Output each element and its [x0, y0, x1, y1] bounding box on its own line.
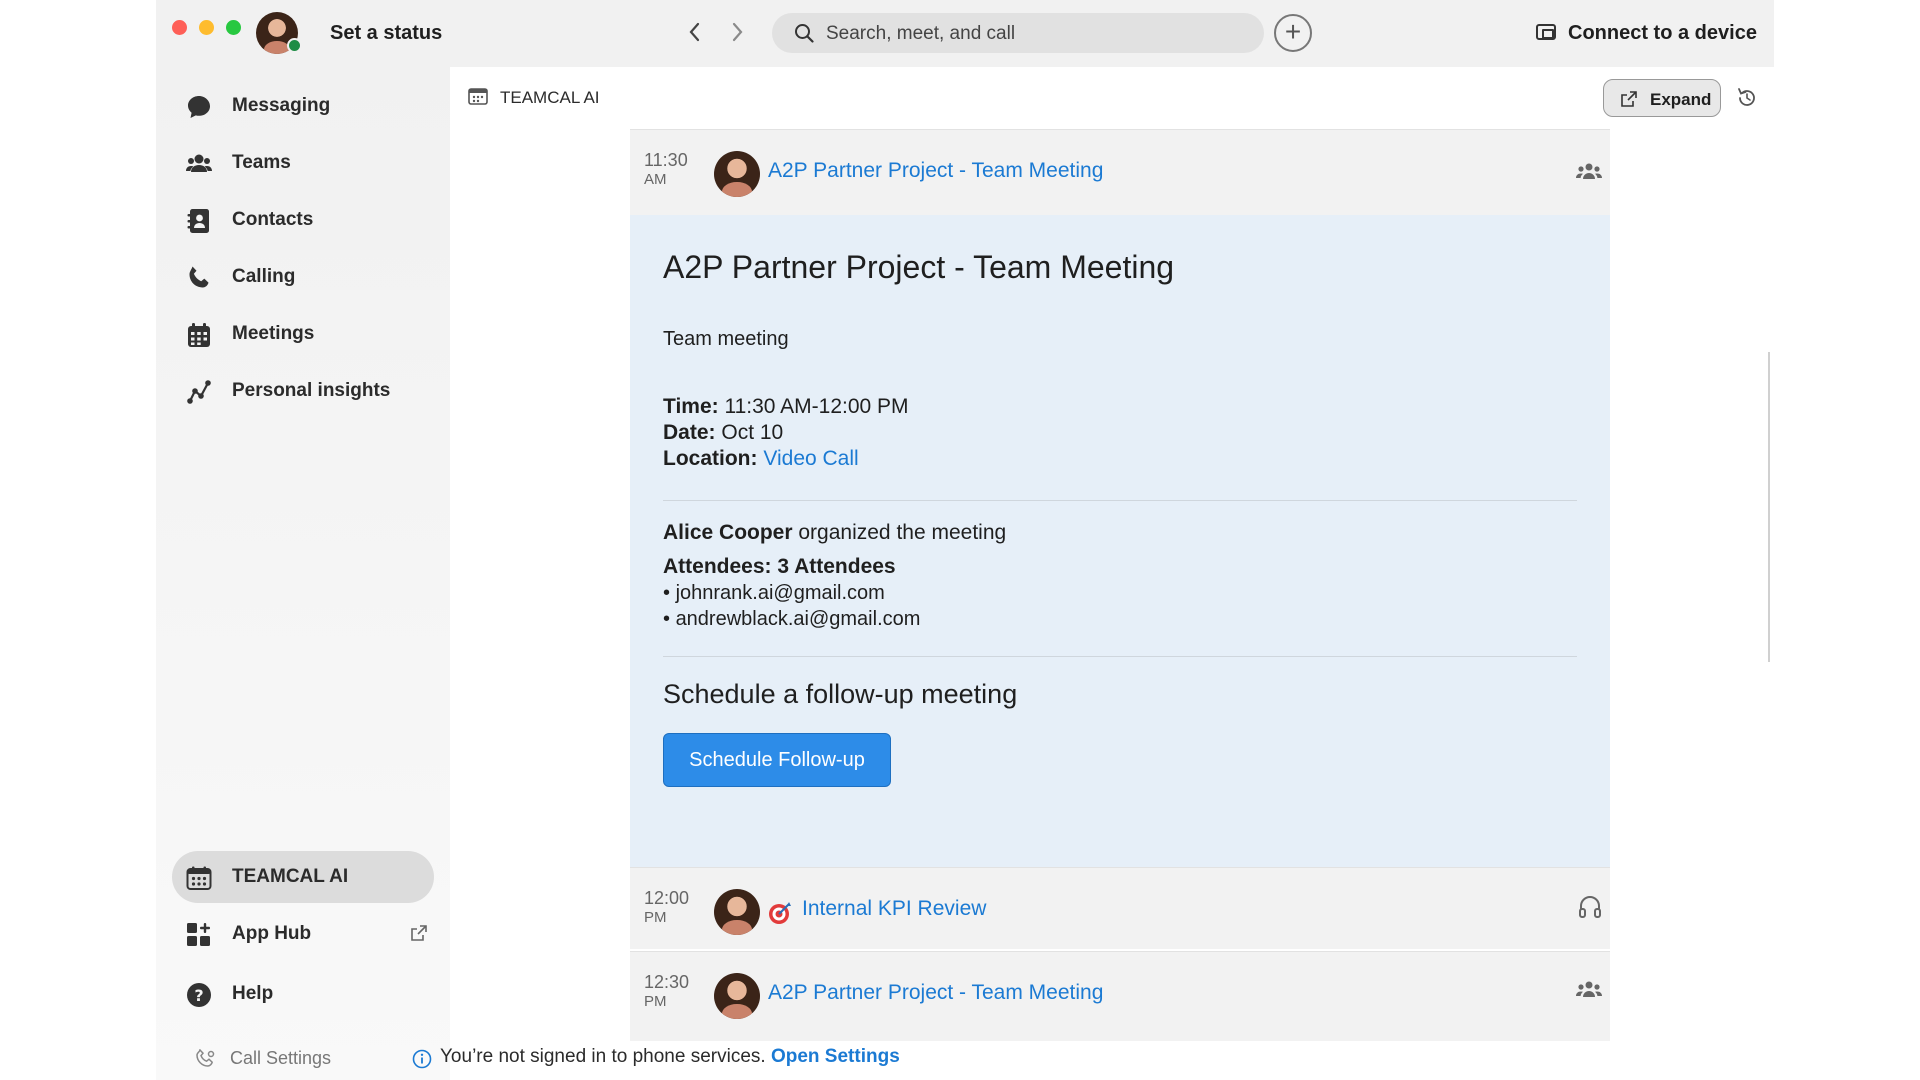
search-icon	[795, 24, 814, 43]
info-icon	[412, 1049, 432, 1069]
sidebar-item-teamcal-ai[interactable]: TEAMCAL AI	[172, 851, 434, 903]
calendar-app-icon	[186, 866, 212, 890]
sidebar-item-label: App Hub	[232, 923, 312, 944]
meeting-row[interactable]: 12:30 PM A2P Partner Project - Team Meeti…	[630, 951, 1610, 1041]
people-icon	[1576, 163, 1602, 179]
sidebar-item-label: Contacts	[232, 209, 314, 230]
search-placeholder: Search, meet, and call	[826, 23, 1016, 44]
sidebar-item-meetings[interactable]: Meetings	[172, 308, 434, 360]
followup-heading: Schedule a follow-up meeting	[663, 679, 1018, 709]
meeting-feed: 11:30 AM A2P Partner Project - Team Meeti…	[630, 129, 1610, 1041]
title-bar: Set a status Search, meet, and call + Co…	[156, 0, 1774, 67]
close-window-button[interactable]	[172, 20, 187, 35]
organizer-avatar	[714, 151, 760, 197]
organizer-avatar	[714, 889, 760, 935]
sidebar-item-help[interactable]: ? Help	[172, 968, 434, 1020]
sidebar-item-app-hub[interactable]: App Hub	[172, 908, 434, 960]
sidebar-item-label: TEAMCAL AI	[232, 866, 349, 887]
sidebar-item-teams[interactable]: Teams	[172, 137, 434, 189]
calendar-icon	[188, 323, 210, 347]
refresh-icon[interactable]	[1735, 86, 1759, 110]
plus-icon: +	[1284, 16, 1302, 47]
meeting-title-link[interactable]: A2P Partner Project - Team Meeting	[768, 981, 1103, 1005]
chevron-left-icon	[689, 22, 700, 42]
meeting-row[interactable]: 12:00 PM Internal KPI Review	[630, 867, 1610, 949]
set-status-button[interactable]: Set a status	[330, 22, 442, 45]
sidebar-item-label: Teams	[232, 152, 291, 173]
forward-button[interactable]	[725, 18, 749, 46]
video-call-link[interactable]: Video Call	[763, 447, 858, 470]
detail-title: A2P Partner Project - Team Meeting	[663, 249, 1175, 285]
attendee-item: • andrewblack.ai@gmail.com	[663, 608, 921, 630]
app-title: TEAMCAL AI	[500, 88, 600, 107]
app-grid-icon	[187, 923, 210, 946]
new-action-button[interactable]: +	[1274, 14, 1312, 52]
detail-description: Team meeting	[663, 328, 789, 350]
expand-label: Expand	[1650, 90, 1712, 109]
detail-location: Location: Video Call	[663, 447, 859, 470]
chat-bubble-icon	[188, 96, 210, 118]
contacts-icon	[187, 209, 209, 233]
sidebar: Messaging Teams Contacts Calling Meeting…	[156, 67, 450, 1080]
phone-settings-icon	[196, 1049, 215, 1067]
organizer-avatar	[714, 973, 760, 1019]
maximize-window-button[interactable]	[226, 20, 241, 35]
meeting-row[interactable]: 11:30 AM A2P Partner Project - Team Meeti…	[630, 129, 1610, 215]
meeting-title-link[interactable]: Internal KPI Review	[802, 897, 986, 921]
sidebar-item-messaging[interactable]: Messaging	[172, 80, 434, 132]
divider	[663, 500, 1577, 501]
schedule-followup-button[interactable]: Schedule Follow-up	[663, 733, 891, 787]
help-icon: ?	[187, 983, 211, 1007]
divider	[663, 656, 1577, 657]
detail-attendees-label: Attendees: 3 Attendees	[663, 555, 896, 578]
meeting-time: 11:30 AM	[644, 150, 688, 188]
sidebar-item-label: Help	[232, 983, 274, 1004]
main-panel: TEAMCAL AI Expand 11:30 AM A2P Partner Pr…	[450, 67, 1774, 1041]
chevron-right-icon	[732, 22, 743, 42]
sidebar-item-label: Personal insights	[232, 380, 391, 401]
attendee-item: • johnrank.ai@gmail.com	[663, 582, 885, 604]
sidebar-item-contacts[interactable]: Contacts	[172, 194, 434, 246]
meeting-time: 12:00 PM	[644, 888, 690, 926]
external-link-icon	[411, 925, 427, 941]
sidebar-item-label: Calling	[232, 266, 296, 287]
search-input[interactable]: Search, meet, and call	[772, 13, 1264, 53]
insights-icon	[187, 380, 211, 404]
people-icon	[1576, 981, 1602, 997]
svg-text:?: ?	[194, 986, 203, 1005]
meeting-detail-card: A2P Partner Project - Team Meeting Team …	[630, 215, 1610, 867]
notice-text: You’re not signed in to phone services.	[440, 1046, 766, 1067]
device-icon	[1536, 24, 1556, 40]
scrollbar[interactable]	[1768, 352, 1770, 662]
expand-button[interactable]: Expand	[1603, 79, 1721, 117]
app-window: Set a status Search, meet, and call + Co…	[156, 0, 1774, 1080]
back-button[interactable]	[683, 18, 707, 46]
presence-indicator	[287, 38, 302, 53]
target-icon	[769, 902, 791, 924]
detail-time: Time: 11:30 AM-12:00 PM	[663, 395, 909, 418]
sidebar-item-personal-insights[interactable]: Personal insights	[172, 365, 434, 417]
sidebar-item-calling[interactable]: Calling	[172, 251, 434, 303]
sidebar-item-label: Messaging	[232, 95, 331, 116]
headphones-icon	[1579, 896, 1601, 918]
calendar-app-icon	[468, 88, 488, 105]
detail-organizer: Alice Cooper organized the meeting	[663, 521, 1007, 544]
people-icon	[186, 154, 212, 172]
sidebar-item-label: Meetings	[232, 323, 315, 344]
expand-icon	[1621, 91, 1637, 107]
meeting-title-link[interactable]: A2P Partner Project - Team Meeting	[768, 159, 1103, 183]
minimize-window-button[interactable]	[199, 20, 214, 35]
detail-date: Date: Oct 10	[663, 421, 784, 444]
connect-device-button[interactable]: Connect to a device	[1568, 22, 1757, 45]
call-settings-link[interactable]: Call Settings	[230, 1048, 331, 1069]
app-header: TEAMCAL AI Expand	[450, 67, 1774, 129]
meeting-time: 12:30 PM	[644, 972, 690, 1010]
open-settings-link[interactable]: Open Settings	[771, 1046, 900, 1067]
phone-icon	[189, 266, 209, 288]
phone-services-notice: You’re not signed in to phone services. …	[440, 1046, 900, 1074]
